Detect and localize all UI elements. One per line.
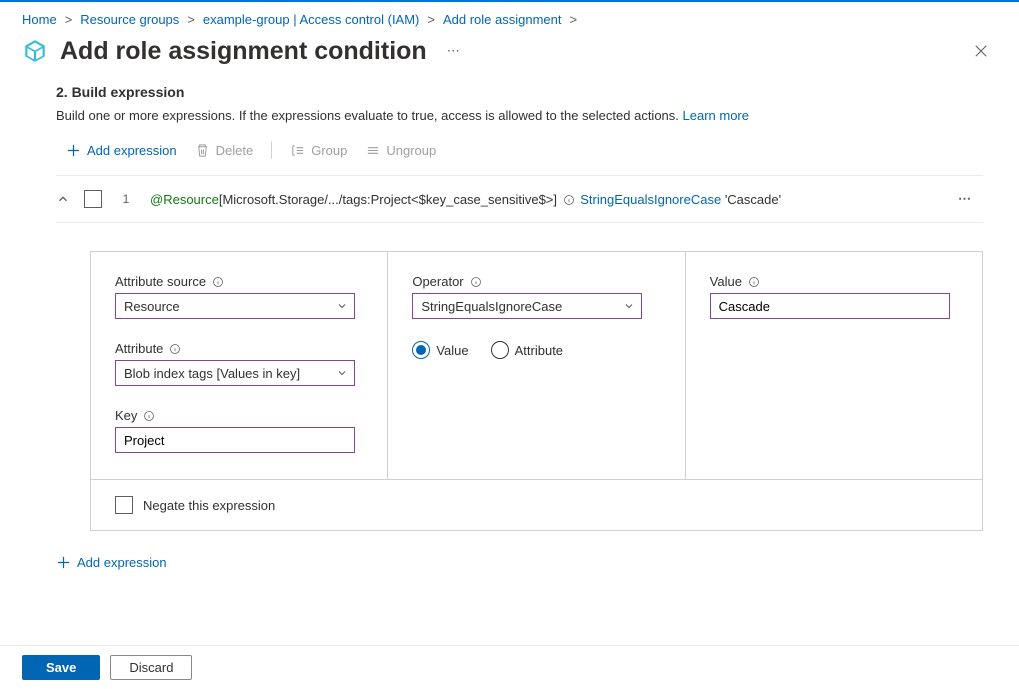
add-expression-link[interactable]: Add expression — [56, 555, 983, 570]
chevron-down-icon — [623, 300, 635, 312]
attribute-select[interactable]: Blob index tags [Values in key] — [115, 360, 355, 386]
expression-editor-card: Attribute source Resource Attribute Blob — [90, 251, 983, 531]
chevron-down-icon — [336, 367, 348, 379]
ungroup-icon — [365, 143, 380, 158]
group-button: Group — [290, 143, 347, 158]
expression-index: 1 — [116, 192, 136, 206]
discard-button[interactable]: Discard — [110, 655, 192, 680]
operator-column: Operator StringEqualsIgnoreCase Value — [388, 252, 685, 479]
breadcrumb: Home > Resource groups > example-group |… — [0, 2, 1019, 33]
page-title: Add role assignment condition — [60, 37, 427, 66]
content-scroll[interactable]: 2. Build expression Build one or more ex… — [0, 84, 1019, 645]
expression-row: 1 @Resource[Microsoft.Storage/.../tags:P… — [56, 175, 983, 223]
info-icon[interactable] — [563, 194, 575, 206]
attribute-column: Attribute source Resource Attribute Blob — [91, 252, 388, 479]
expr-value: 'Cascade' — [725, 192, 781, 207]
breadcrumb-separator: > — [427, 12, 435, 27]
card-footer: Negate this expression — [91, 479, 982, 530]
toolbar-divider — [271, 141, 272, 159]
expression-toolbar: Add expression Delete Group Ungroup — [56, 137, 983, 175]
radio-attribute[interactable]: Attribute — [491, 341, 563, 359]
attribute-value: Blob index tags [Values in key] — [124, 366, 300, 381]
radio-value[interactable]: Value — [412, 341, 468, 359]
value-column: Value — [686, 252, 982, 479]
plus-icon — [66, 143, 81, 158]
ungroup-button: Ungroup — [365, 143, 436, 158]
breadcrumb-separator: > — [187, 12, 195, 27]
breadcrumb-home[interactable]: Home — [22, 12, 57, 27]
expr-operator: StringEqualsIgnoreCase — [580, 192, 721, 207]
attribute-source-value: Resource — [124, 299, 180, 314]
cube-icon — [22, 38, 48, 64]
delete-label: Delete — [216, 143, 254, 158]
learn-more-link[interactable]: Learn more — [683, 108, 749, 123]
operator-label: Operator — [412, 274, 660, 289]
info-icon[interactable] — [748, 276, 760, 288]
expression-row-menu[interactable]: ⋯ — [958, 191, 973, 207]
operand-type-radio-group: Value Attribute — [412, 341, 660, 359]
plus-icon — [56, 555, 71, 570]
breadcrumb-separator: > — [65, 12, 73, 27]
negate-checkbox[interactable] — [115, 496, 133, 514]
key-label: Key — [115, 408, 363, 423]
add-expression-label: Add expression — [87, 143, 177, 158]
group-label: Group — [311, 143, 347, 158]
add-expression-button[interactable]: Add expression — [66, 143, 177, 158]
expr-resource-token: @Resource — [150, 192, 219, 207]
breadcrumb-add-role-assignment[interactable]: Add role assignment — [443, 12, 562, 27]
attribute-source-label-text: Attribute source — [115, 274, 206, 289]
radio-attribute-label: Attribute — [515, 343, 563, 358]
key-input[interactable] — [115, 427, 355, 453]
info-icon[interactable] — [143, 410, 155, 422]
operator-label-text: Operator — [412, 274, 463, 289]
footer-bar: Save Discard — [0, 645, 1019, 689]
value-label-text: Value — [710, 274, 742, 289]
value-input[interactable] — [710, 293, 950, 319]
value-label: Value — [710, 274, 958, 289]
breadcrumb-resource-groups[interactable]: Resource groups — [80, 12, 179, 27]
chevron-down-icon — [336, 300, 348, 312]
radio-circle-icon — [491, 341, 509, 359]
save-button[interactable]: Save — [22, 655, 100, 680]
expression-checkbox[interactable] — [84, 190, 102, 208]
operator-value: StringEqualsIgnoreCase — [421, 299, 562, 314]
collapse-icon[interactable] — [56, 192, 70, 206]
breadcrumb-example-group[interactable]: example-group | Access control (IAM) — [203, 12, 420, 27]
info-icon[interactable] — [169, 343, 181, 355]
operator-select[interactable]: StringEqualsIgnoreCase — [412, 293, 642, 319]
attribute-source-label: Attribute source — [115, 274, 363, 289]
expression-text: @Resource[Microsoft.Storage/.../tags:Pro… — [150, 192, 781, 207]
title-row: Add role assignment condition ⋯ — [0, 33, 1019, 79]
key-label-text: Key — [115, 408, 137, 423]
breadcrumb-separator: > — [570, 12, 578, 27]
ungroup-label: Ungroup — [386, 143, 436, 158]
info-icon[interactable] — [470, 276, 482, 288]
section-description: Build one or more expressions. If the ex… — [56, 108, 983, 123]
info-icon[interactable] — [212, 276, 224, 288]
expr-path: [Microsoft.Storage/.../tags:Project<$key… — [219, 192, 557, 207]
radio-value-label: Value — [436, 343, 468, 358]
add-expression-bottom: Add expression — [56, 531, 983, 594]
delete-button: Delete — [195, 143, 254, 158]
attribute-label: Attribute — [115, 341, 363, 356]
add-expression-link-label: Add expression — [77, 555, 167, 570]
group-icon — [290, 143, 305, 158]
attribute-label-text: Attribute — [115, 341, 163, 356]
close-icon — [974, 44, 988, 58]
trash-icon — [195, 143, 210, 158]
radio-circle-icon — [412, 341, 430, 359]
section-desc-text: Build one or more expressions. If the ex… — [56, 108, 683, 123]
section-heading: 2. Build expression — [56, 84, 983, 100]
title-more-menu[interactable]: ⋯ — [439, 43, 468, 59]
close-button[interactable] — [965, 35, 997, 67]
negate-label: Negate this expression — [143, 498, 275, 513]
attribute-source-select[interactable]: Resource — [115, 293, 355, 319]
